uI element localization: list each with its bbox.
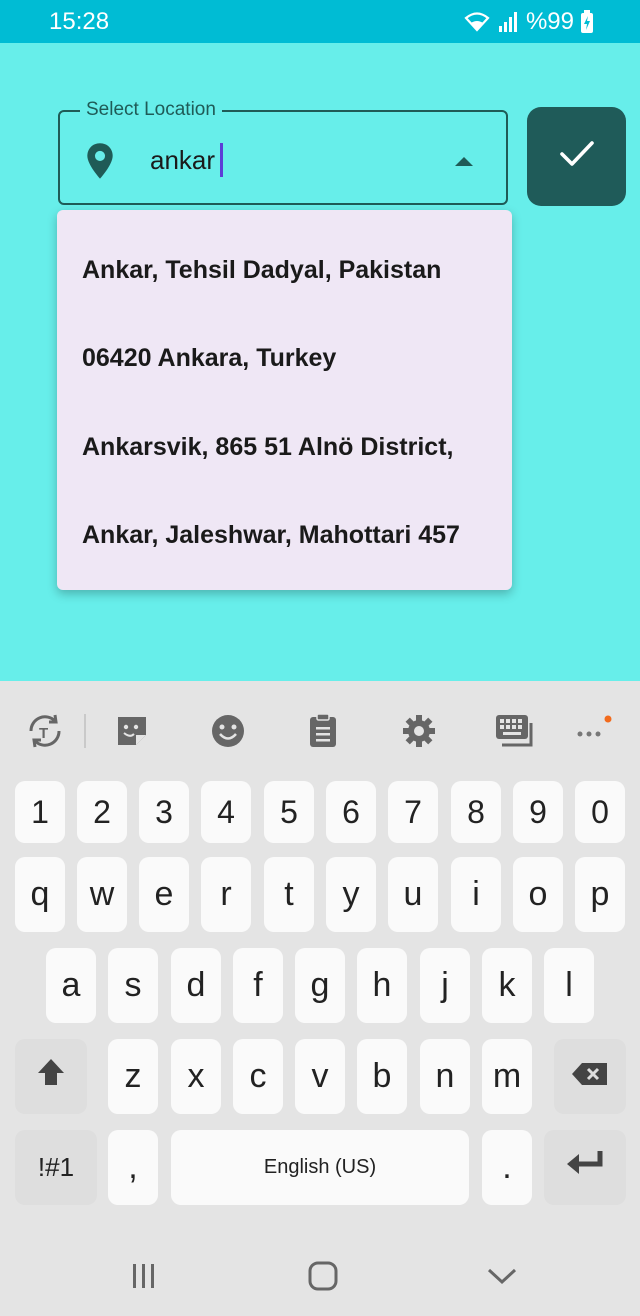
key-o[interactable]: o — [513, 857, 563, 932]
battery-charging-icon — [580, 10, 594, 34]
recent-apps-icon[interactable] — [124, 1256, 164, 1296]
key-5[interactable]: 5 — [264, 781, 314, 843]
clipboard-icon[interactable] — [303, 711, 343, 751]
key-u[interactable]: u — [388, 857, 438, 932]
key-g[interactable]: g — [295, 948, 345, 1023]
status-icons: %99 — [462, 8, 594, 36]
emoji-icon[interactable] — [208, 711, 248, 751]
key-r[interactable]: r — [201, 857, 251, 932]
location-input[interactable] — [150, 142, 420, 178]
location-field-label: Select Location — [80, 99, 222, 121]
location-field[interactable]: Select Location — [58, 99, 508, 205]
key-x[interactable]: x — [171, 1039, 221, 1114]
key-q[interactable]: q — [15, 857, 65, 932]
battery-percent: %99 — [525, 8, 574, 35]
symbols-key[interactable]: !#1 — [15, 1130, 97, 1205]
key-h[interactable]: h — [357, 948, 407, 1023]
enter-arrow-icon — [565, 1148, 605, 1187]
more-options-icon[interactable] — [572, 711, 612, 751]
key-p[interactable]: p — [575, 857, 625, 932]
back-chevron-down-icon[interactable] — [482, 1256, 522, 1296]
key-2[interactable]: 2 — [77, 781, 127, 843]
suggestion-item[interactable]: Ankar, Jaleshwar, Mahottari 457 — [82, 505, 487, 565]
key-y[interactable]: y — [326, 857, 376, 932]
suggestion-item[interactable]: Ankar, Tehsil Dadyal, Pakistan — [82, 240, 487, 300]
key-i[interactable]: i — [451, 857, 501, 932]
shift-arrow-icon — [35, 1056, 67, 1097]
keyboard-toolbar: T — [0, 681, 640, 777]
key-b[interactable]: b — [357, 1039, 407, 1114]
settings-gear-icon[interactable] — [399, 711, 439, 751]
key-8[interactable]: 8 — [451, 781, 501, 843]
enter-key[interactable] — [544, 1130, 626, 1205]
key-9[interactable]: 9 — [513, 781, 563, 843]
backspace-key[interactable] — [554, 1039, 626, 1114]
key-0[interactable]: 0 — [575, 781, 625, 843]
status-time: 15:28 — [49, 8, 110, 35]
status-bar: 15:28 %99 — [0, 0, 640, 43]
signal-icon — [498, 11, 520, 33]
map-pin-icon — [84, 142, 116, 185]
caret-up-icon[interactable] — [454, 154, 474, 172]
backspace-icon — [570, 1057, 610, 1096]
key-a[interactable]: a — [46, 948, 96, 1023]
home-icon[interactable] — [303, 1256, 343, 1296]
key-k[interactable]: k — [482, 948, 532, 1023]
key-s[interactable]: s — [108, 948, 158, 1023]
key-1[interactable]: 1 — [15, 781, 65, 843]
wifi-icon — [462, 10, 492, 34]
sticker-icon[interactable] — [112, 711, 152, 751]
text-recognition-icon[interactable]: T — [25, 711, 65, 751]
key-c[interactable]: c — [233, 1039, 283, 1114]
suggestion-item[interactable]: 06420 Ankara, Turkey — [82, 328, 487, 388]
keyboard-mode-icon[interactable] — [494, 711, 534, 751]
key-d[interactable]: d — [171, 948, 221, 1023]
key-m[interactable]: m — [482, 1039, 532, 1114]
key-z[interactable]: z — [108, 1039, 158, 1114]
toolbar-divider — [84, 714, 86, 748]
space-key[interactable]: English (US) — [171, 1130, 469, 1205]
suggestions-dropdown: Ankar, Tehsil Dadyal, Pakistan 06420 Ank… — [57, 210, 512, 590]
keyboard: T 1 2 3 4 5 6 7 8 9 0 q w e r t y u i o … — [0, 681, 640, 1236]
key-3[interactable]: 3 — [139, 781, 189, 843]
key-w[interactable]: w — [77, 857, 127, 932]
text-cursor — [220, 143, 223, 177]
svg-text:T: T — [39, 725, 48, 742]
key-v[interactable]: v — [295, 1039, 345, 1114]
navigation-bar — [0, 1236, 640, 1316]
period-key[interactable]: . — [482, 1130, 532, 1205]
suggestion-item[interactable]: Ankarsvik, 865 51 Alnö District, — [82, 417, 487, 477]
key-n[interactable]: n — [420, 1039, 470, 1114]
check-icon — [559, 140, 595, 173]
key-j[interactable]: j — [420, 948, 470, 1023]
confirm-button[interactable] — [527, 107, 626, 206]
key-e[interactable]: e — [139, 857, 189, 932]
key-7[interactable]: 7 — [388, 781, 438, 843]
key-f[interactable]: f — [233, 948, 283, 1023]
key-4[interactable]: 4 — [201, 781, 251, 843]
key-l[interactable]: l — [544, 948, 594, 1023]
key-6[interactable]: 6 — [326, 781, 376, 843]
shift-key[interactable] — [15, 1039, 87, 1114]
comma-key[interactable]: , — [108, 1130, 158, 1205]
key-t[interactable]: t — [264, 857, 314, 932]
